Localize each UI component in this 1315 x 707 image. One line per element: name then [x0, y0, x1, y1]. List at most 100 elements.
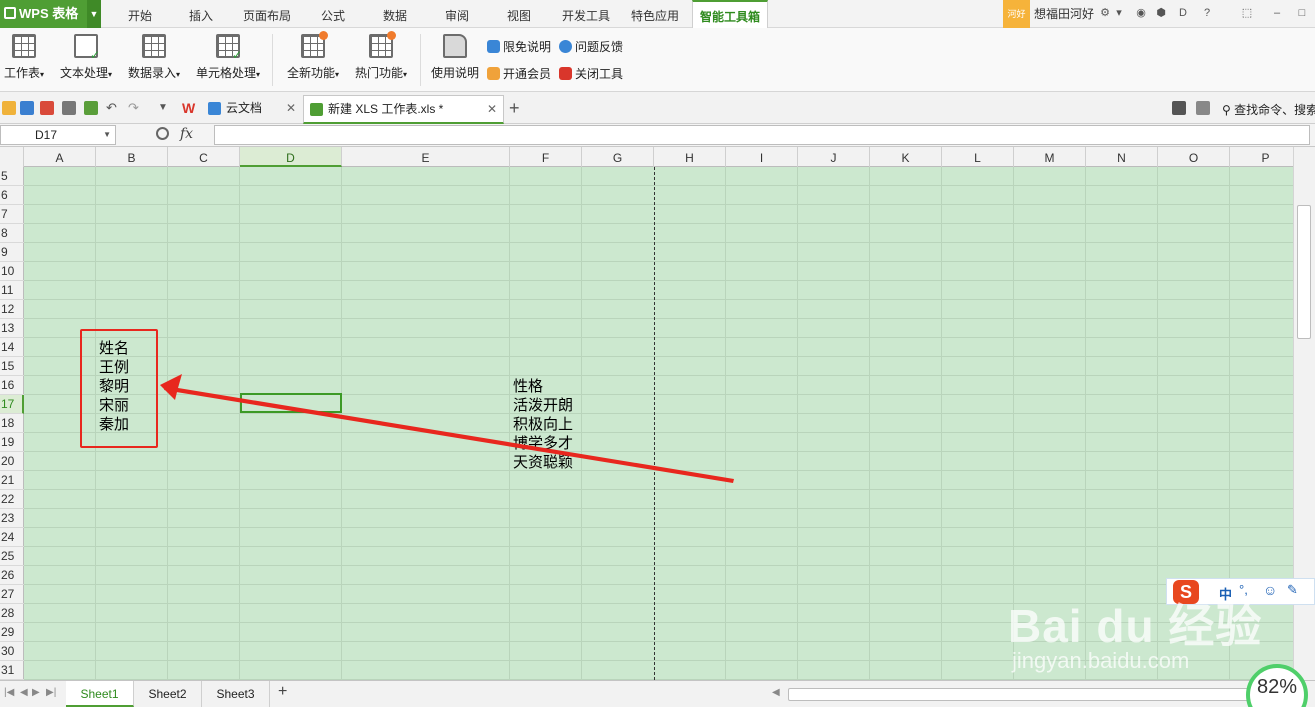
network-speed-widget[interactable]: 82%: [1246, 664, 1308, 707]
undo-icon[interactable]: ↶: [106, 101, 120, 115]
screen-icon[interactable]: [1172, 101, 1186, 115]
usage-guide-icon: [443, 34, 467, 58]
wps-spreadsheet-window: WPS 表格 ▼ 开始 插入 页面布局 公式 数据 审阅 视图 开发工具 特色应…: [0, 0, 1315, 707]
name-box[interactable]: D17 ▼: [0, 125, 116, 145]
restore-icon[interactable]: ⬚: [1240, 6, 1254, 20]
document-tab-bar: ↶ ↷ ▼ W 云文档 ✕ 新建 XLS 工作表.xls * ✕ + ⚲ 查找命…: [0, 92, 1315, 124]
chevron-down-icon[interactable]: ▾: [1112, 6, 1126, 20]
usage-guide-label: 使用说明: [430, 66, 479, 80]
close-icon: [559, 67, 572, 80]
sheet-tab-3[interactable]: Sheet3: [202, 681, 270, 707]
tab-start[interactable]: 开始: [115, 0, 165, 28]
new-features-label: 全新功能: [286, 66, 335, 80]
d-icon[interactable]: D: [1176, 6, 1190, 20]
app-menu-button[interactable]: WPS 表格 ▼: [0, 0, 101, 28]
cell-processing-button[interactable]: 单元格处理▾: [192, 32, 264, 88]
wps-w-icon[interactable]: W: [182, 101, 196, 115]
formula-input[interactable]: [214, 125, 1310, 145]
maximize-icon[interactable]: □: [1295, 6, 1309, 20]
command-search[interactable]: ⚲ 查找命令、搜索: [1222, 101, 1315, 118]
export-pdf-icon[interactable]: [40, 101, 54, 115]
data-entry-button[interactable]: 数据录入▾: [124, 32, 184, 88]
print-preview-icon[interactable]: [84, 101, 98, 115]
baidu-watermark: Bai du 经验 jingyan.baidu.com: [1008, 590, 1268, 680]
share-icon[interactable]: ⬢: [1154, 6, 1168, 20]
customize-toolbar-icon[interactable]: ▼: [158, 101, 172, 115]
folder-icon[interactable]: [2, 101, 16, 115]
data-entry-icon: [142, 34, 166, 58]
close-tool-label: 关闭工具: [575, 67, 624, 81]
sheet-tab-2[interactable]: Sheet2: [134, 681, 202, 707]
sheet-tab-1[interactable]: Sheet1: [66, 681, 134, 707]
worksheet-button[interactable]: 工作表▾: [0, 32, 48, 88]
redo-icon[interactable]: ↷: [128, 101, 142, 115]
ribbon-divider: [420, 34, 421, 86]
hot-features-icon: [369, 31, 396, 58]
last-sheet-icon[interactable]: ▶|: [46, 687, 56, 698]
free-limit-link[interactable]: 限免说明: [487, 38, 551, 55]
hot-features-label: 热门功能: [354, 66, 403, 80]
cell-processing-icon: [216, 34, 242, 62]
name-box-value: D17: [35, 128, 58, 142]
first-sheet-icon[interactable]: |◀: [4, 687, 14, 698]
menu-bar: WPS 表格 ▼ 开始 插入 页面布局 公式 数据 审阅 视图 开发工具 特色应…: [0, 0, 1315, 29]
save-icon[interactable]: [20, 101, 34, 115]
close-tool-link[interactable]: 关闭工具: [559, 65, 623, 82]
vertical-scroll-thumb[interactable]: [1297, 205, 1311, 339]
text-processing-button[interactable]: 文本处理▾: [56, 32, 116, 88]
tab-view[interactable]: 视图: [496, 0, 542, 28]
open-member-link[interactable]: 开通会员: [487, 65, 551, 82]
feedback-icon[interactable]: [1196, 101, 1210, 115]
tab-insert[interactable]: 插入: [178, 0, 224, 28]
zoom-icon[interactable]: [156, 127, 169, 140]
pen-icon[interactable]: ✎: [1287, 582, 1298, 598]
cell-processing-label: 单元格处理: [195, 66, 256, 80]
feedback-label: 问题反馈: [575, 40, 624, 54]
user-name[interactable]: 想福田河好: [1034, 0, 1094, 28]
wps-logo-icon: [4, 7, 16, 19]
tab-formula[interactable]: 公式: [310, 0, 356, 28]
fx-icon[interactable]: fx: [180, 126, 193, 142]
app-title: WPS 表格: [19, 6, 79, 21]
settings-icon[interactable]: ⚙: [1098, 6, 1112, 20]
horizontal-scrollbar[interactable]: [788, 688, 1258, 701]
worksheet-label: 工作表: [3, 66, 40, 80]
prev-sheet-icon[interactable]: ◀: [20, 687, 28, 698]
chevron-down-icon[interactable]: ▼: [87, 0, 101, 28]
skin-icon[interactable]: ◉: [1134, 6, 1148, 20]
text-processing-icon: [74, 34, 100, 62]
scroll-left-icon[interactable]: ◀: [772, 687, 780, 698]
chevron-down-icon[interactable]: ▼: [103, 126, 111, 144]
free-limit-label: 限免说明: [503, 40, 552, 54]
add-sheet-icon[interactable]: +: [278, 683, 287, 701]
crown-icon: [487, 67, 500, 80]
ribbon: 工作表▾ 文本处理▾ 数据录入▾ 单元格处理▾ 全新功能▾ 热门功能▾ 使用说明: [0, 28, 1315, 92]
tab-developer[interactable]: 开发工具: [556, 0, 616, 28]
watermark-url: jingyan.baidu.com: [1012, 648, 1190, 673]
help-icon[interactable]: ?: [1200, 6, 1214, 20]
minimize-icon[interactable]: –: [1270, 6, 1284, 20]
ribbon-divider: [272, 34, 273, 86]
tab-special[interactable]: 特色应用: [624, 0, 686, 28]
tag-icon: [487, 40, 500, 53]
close-icon[interactable]: ✕: [286, 95, 296, 121]
file-tab-label: 新建 XLS 工作表.xls *: [328, 102, 444, 116]
data-entry-label: 数据录入: [127, 66, 176, 80]
tab-xls-file[interactable]: 新建 XLS 工作表.xls * ✕: [303, 95, 504, 124]
tab-review[interactable]: 审阅: [434, 0, 480, 28]
cloud-icon: [208, 102, 221, 115]
tab-cloud-docs[interactable]: 云文档 ✕: [202, 95, 302, 124]
user-avatar[interactable]: 河好: [1003, 0, 1030, 28]
next-sheet-icon[interactable]: ▶: [32, 687, 40, 698]
tab-data[interactable]: 数据: [372, 0, 418, 28]
print-icon[interactable]: [62, 101, 76, 115]
new-tab-icon[interactable]: +: [509, 99, 523, 117]
new-features-icon: [301, 31, 328, 58]
hot-features-button[interactable]: 热门功能▾: [351, 31, 411, 88]
new-features-button[interactable]: 全新功能▾: [283, 31, 343, 88]
usage-guide-button[interactable]: 使用说明: [429, 32, 481, 88]
tab-page-layout[interactable]: 页面布局: [236, 0, 298, 28]
tab-smart-toolbox[interactable]: 智能工具箱: [692, 0, 768, 29]
feedback-link[interactable]: 问题反馈: [559, 38, 623, 55]
close-icon[interactable]: ✕: [487, 96, 497, 122]
